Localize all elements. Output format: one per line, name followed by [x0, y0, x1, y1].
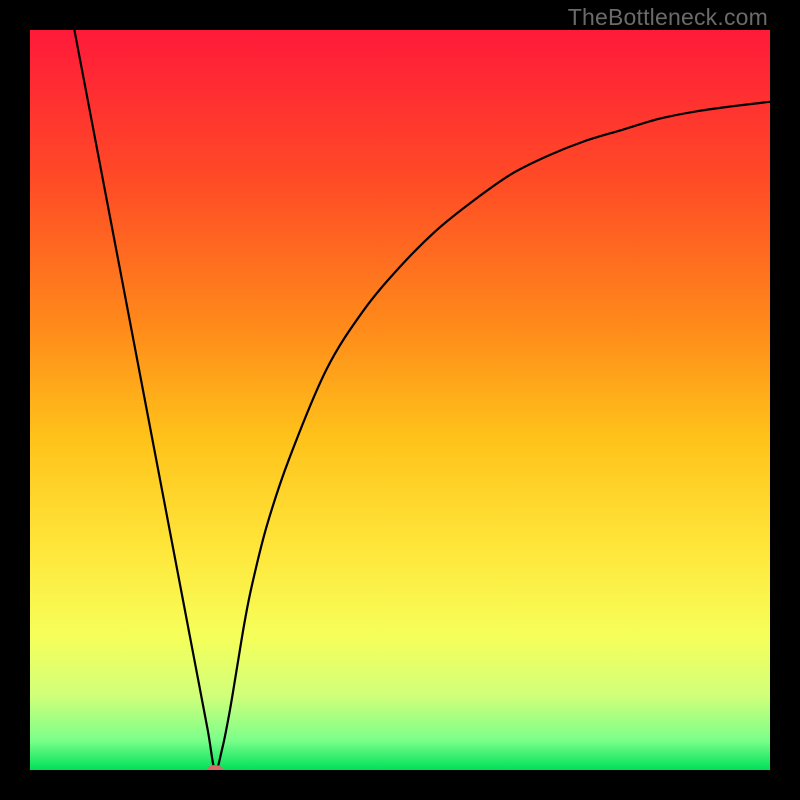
bottleneck-chart: [30, 30, 770, 770]
gradient-background: [30, 30, 770, 770]
chart-frame: [30, 30, 770, 770]
watermark-text: TheBottleneck.com: [568, 4, 768, 31]
